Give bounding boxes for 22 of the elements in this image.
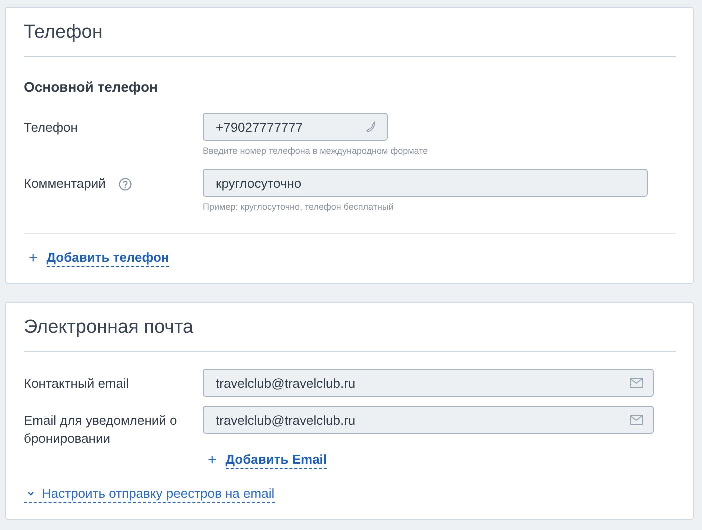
mail-icon (630, 378, 643, 388)
plus-icon: + (208, 452, 217, 469)
section-subtitle: Основной телефон (24, 79, 160, 95)
section-title: Телефон (24, 22, 676, 57)
field-label: Комментарий (24, 175, 106, 193)
field-hint: Пример: круглосуточно, телефон бесплатный (203, 202, 395, 212)
field-label: Телефон (24, 119, 78, 137)
field-label: Email для уведомлений о бронировании (24, 412, 178, 448)
add-email-link[interactable]: Добавить Email (226, 452, 328, 469)
plus-icon: + (29, 250, 38, 267)
mail-icon (630, 415, 643, 425)
add-phone-link[interactable]: Добавить телефон (46, 250, 170, 267)
input-field[interactable]: +79027777777 (203, 113, 388, 141)
help-icon[interactable] (118, 178, 132, 191)
input-field[interactable]: travelclub@travelclub.ru (203, 369, 654, 397)
input-field[interactable]: travelclub@travelclub.ru (203, 406, 654, 434)
chevron-icon (27, 491, 35, 497)
input-field[interactable]: круглосуточно (203, 169, 648, 197)
section-title: Электронная почта (24, 317, 676, 352)
expand-link[interactable]: Настроить отправку реестров на email (24, 486, 275, 503)
field-label: Контактный email (24, 375, 130, 393)
field-hint: Введите номер телефона в международном формате (203, 146, 428, 156)
